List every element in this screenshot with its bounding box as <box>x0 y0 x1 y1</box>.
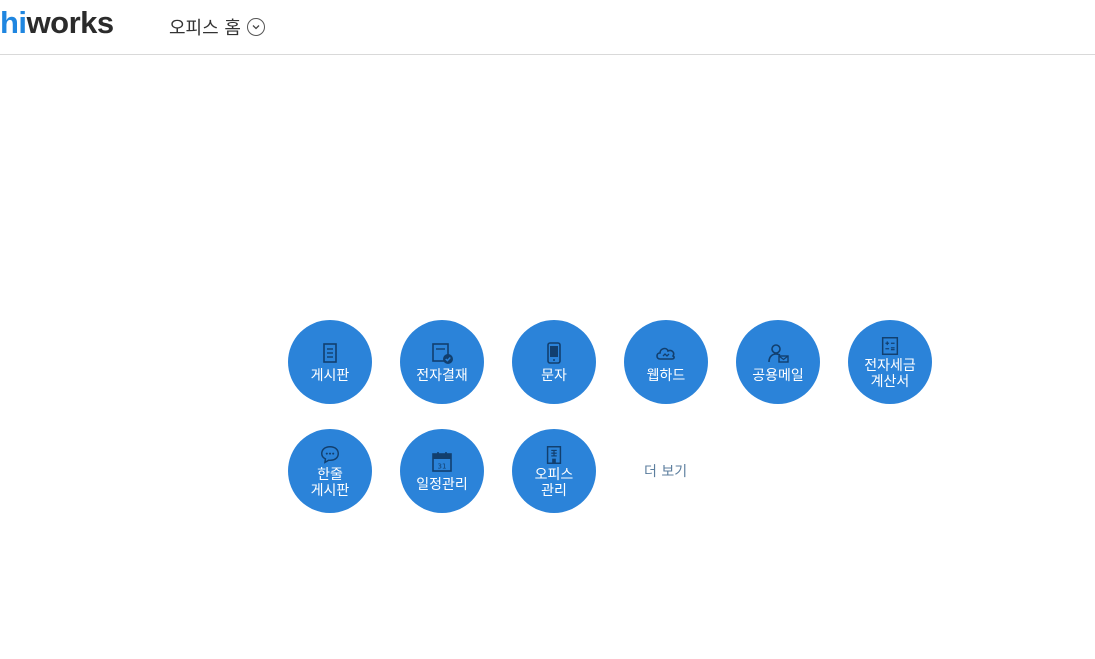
app-office-admin-button[interactable]: 오피스 관리 <box>512 429 596 513</box>
app-shared-mail-button[interactable]: 공용메일 <box>736 320 820 404</box>
app-label: 오피스 관리 <box>534 466 574 499</box>
app-e-tax-invoice-button[interactable]: 전자세금 계산서 <box>848 320 932 404</box>
calendar-icon: 31 <box>430 450 454 474</box>
app-label: 문자 <box>541 367 567 384</box>
app-label: 전자세금 계산서 <box>864 357 916 390</box>
svg-text:31: 31 <box>438 462 447 470</box>
app-sms-button[interactable]: 문자 <box>512 320 596 404</box>
calculator-icon <box>879 335 901 357</box>
app-board-button[interactable]: 게시판 <box>288 320 372 404</box>
approval-icon <box>430 341 454 365</box>
office-home-label: 오피스 홈 <box>169 18 241 39</box>
mobile-icon <box>542 341 566 365</box>
app-label: 공용메일 <box>752 367 804 384</box>
hiworks-logo[interactable]: hiworks <box>0 4 114 42</box>
office-home-dropdown[interactable]: 오피스 홈 <box>169 14 265 40</box>
cloud-icon <box>654 341 678 365</box>
chevron-down-icon <box>246 18 265 36</box>
shared-mail-icon <box>766 341 790 365</box>
app-webhard-button[interactable]: 웹하드 <box>624 320 708 404</box>
app-one-line-board-button[interactable]: 한줄 게시판 <box>288 429 372 513</box>
app-label: 한줄 게시판 <box>310 466 350 499</box>
chat-bubble-icon <box>319 444 341 466</box>
document-icon <box>318 341 342 365</box>
app-label: 전자결재 <box>416 367 468 384</box>
more-link[interactable]: 더 보기 <box>644 461 687 481</box>
app-schedule-button[interactable]: 31 일정관리 <box>400 429 484 513</box>
app-label: 일정관리 <box>416 476 468 493</box>
app-label: 게시판 <box>310 367 350 384</box>
top-header: hiworks 오피스 홈 <box>0 0 1095 55</box>
app-approval-button[interactable]: 전자결재 <box>400 320 484 404</box>
app-label: 웹하드 <box>646 367 686 384</box>
building-icon <box>543 444 565 466</box>
